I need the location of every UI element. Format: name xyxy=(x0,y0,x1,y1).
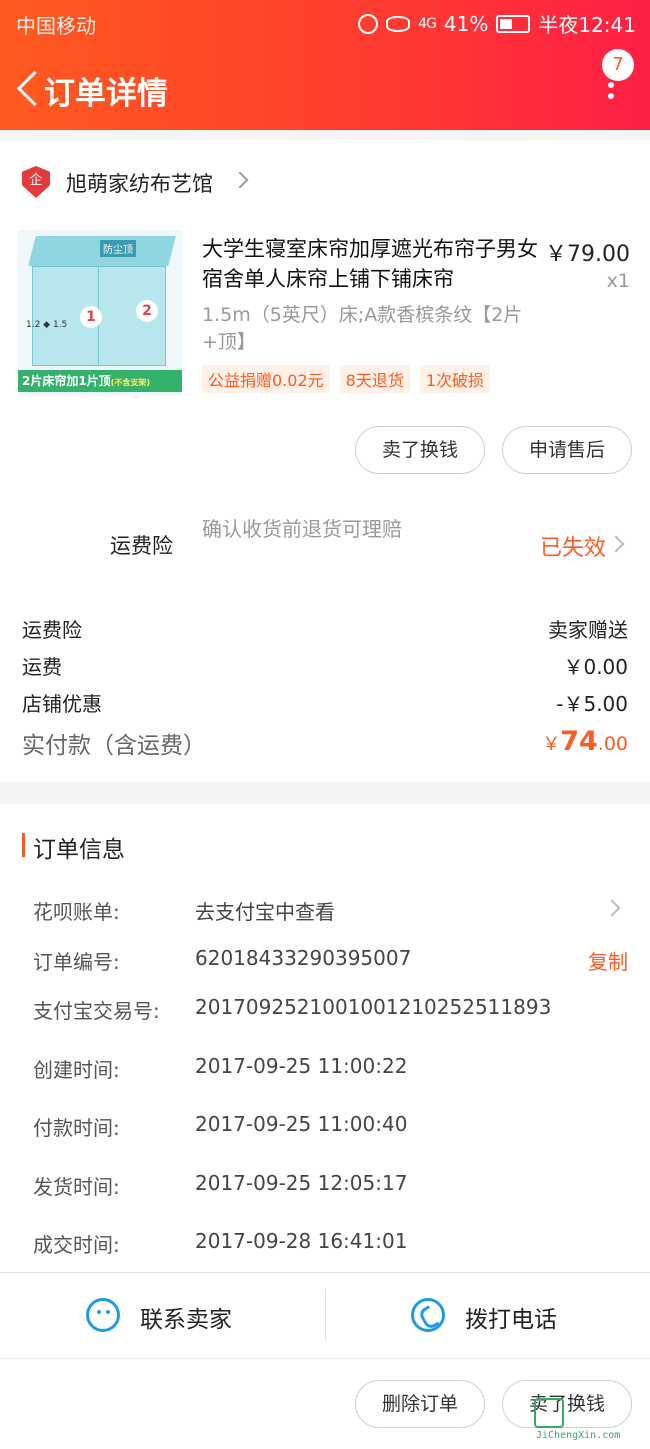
info-row-created: 创建时间: 2017-09-25 11:00:22 xyxy=(33,1054,628,1084)
info-key: 成交时间: xyxy=(33,1233,120,1257)
info-value: 2017-09-25 11:00:40 xyxy=(195,1112,408,1136)
summary-value: -￥5.00 xyxy=(556,692,628,716)
order-info-card xyxy=(0,804,650,1272)
store-row[interactable]: 企 旭萌家纺布艺馆 xyxy=(0,160,650,206)
watermark-text: JiChengXin.com xyxy=(536,1430,621,1441)
info-value: 2017-09-28 16:41:01 xyxy=(195,1229,408,1253)
insurance-label: 运费险 xyxy=(110,534,173,558)
total-amount: ￥74.00 xyxy=(542,726,628,757)
info-row-order-number: 订单编号: 62018433290395007 复制 xyxy=(33,946,628,976)
thumb-caption: 2片床帘加1片顶(不含支架) xyxy=(18,370,182,392)
summary-row-insurance: 运费险 卖家赠送 xyxy=(22,614,628,648)
eye-icon xyxy=(386,15,411,32)
page-title: 订单详情 xyxy=(44,76,168,112)
summary-key: 店铺优惠 xyxy=(22,692,102,716)
thumb-caption-note: (不含支架) xyxy=(110,378,151,387)
info-row-alipay-trade: 支付宝交易号: 2017092521001001210252511893 xyxy=(33,995,628,1025)
section-accent-bar xyxy=(22,833,25,857)
summary-value: 卖家赠送 xyxy=(548,618,628,642)
info-value: 62018433290395007 xyxy=(195,946,412,970)
store-name: 旭萌家纺布艺馆 xyxy=(66,172,213,196)
status-bar: 中国移动 4G 41% 半夜12:41 xyxy=(0,0,650,44)
back-arrow-icon[interactable] xyxy=(12,66,46,110)
chevron-right-icon xyxy=(603,899,621,917)
delete-order-button[interactable]: 删除订单 xyxy=(355,1380,485,1428)
call-button[interactable]: 拨打电话 xyxy=(325,1273,650,1359)
insurance-desc: 确认收货前退货可理赔 xyxy=(202,517,402,541)
info-value: 2017092521001001210252511893 xyxy=(195,995,552,1019)
thumb-panel-2: 2 xyxy=(136,300,158,322)
info-value: 去支付宝中查看 xyxy=(195,900,335,924)
thumb-caption-text: 2片床帘加1片顶 xyxy=(22,374,111,388)
contact-bar: 联系卖家 拨打电话 xyxy=(0,1272,650,1358)
product-quantity: x1 xyxy=(606,270,630,292)
tag-return: 8天退货 xyxy=(339,365,410,393)
summary-key: 运费 xyxy=(22,655,62,679)
product-title[interactable]: 大学生寝室床帘加厚遮光布帘子男女宿舍单人床帘上铺下铺床帘 xyxy=(202,234,538,294)
info-key: 订单编号: xyxy=(33,950,120,974)
info-key: 创建时间: xyxy=(33,1058,120,1082)
info-key: 花呗账单: xyxy=(33,900,120,924)
product-thumbnail[interactable]: 防尘顶 1 2 1.2 ◆ 1.5 2片床帘加1片顶(不含支架) xyxy=(18,230,182,396)
chevron-right-icon xyxy=(607,535,625,553)
summary-row-shipping: 运费 ￥0.00 xyxy=(22,651,628,685)
contact-seller-button[interactable]: 联系卖家 xyxy=(0,1273,325,1359)
battery-percent: 41% xyxy=(443,11,489,36)
product-tags: 公益捐赠0.02元 8天退货 1次破损 xyxy=(202,365,491,393)
contact-seller-label: 联系卖家 xyxy=(140,1307,232,1333)
store-shield-icon: 企 xyxy=(22,166,50,198)
clock: 半夜12:41 xyxy=(538,13,636,37)
product-spec: 1.5m（5英尺）床;A款香槟条纹【2片+顶】 xyxy=(202,304,523,353)
order-info-title: 订单信息 xyxy=(33,837,125,863)
summary-total-row: 实付款（含运费） ￥74.00 xyxy=(22,726,628,766)
chat-icon xyxy=(86,1298,120,1332)
summary-row-discount: 店铺优惠 -￥5.00 xyxy=(22,688,628,722)
title-bar: 订单详情 xyxy=(0,56,650,120)
total-integer: 74 xyxy=(560,726,598,757)
sell-for-cash-button[interactable]: 卖了换钱 xyxy=(355,426,485,474)
info-value: 2017-09-25 12:05:17 xyxy=(195,1171,408,1195)
site-watermark: JiChengXin.com xyxy=(534,1398,644,1446)
total-decimal: .00 xyxy=(597,733,628,755)
info-row-completed: 成交时间: 2017-09-28 16:41:01 xyxy=(33,1229,628,1259)
network-label: 4G xyxy=(418,15,437,32)
message-count-badge: 7 xyxy=(602,49,634,81)
insurance-status: 已失效 xyxy=(539,536,606,561)
call-label: 拨打电话 xyxy=(465,1307,557,1333)
info-key: 支付宝交易号: xyxy=(33,999,160,1023)
status-icons: 4G 41% 半夜12:41 xyxy=(358,9,636,38)
thumb-panel-1: 1 xyxy=(80,306,102,328)
total-currency: ￥ xyxy=(542,734,561,755)
tag-damage: 1次破损 xyxy=(419,365,491,393)
summary-key: 运费险 xyxy=(22,618,82,642)
header-bar: 中国移动 4G 41% 半夜12:41 订单详情 xyxy=(0,0,650,130)
after-sale-button[interactable]: 申请售后 xyxy=(502,426,632,474)
copy-button[interactable]: 复制 xyxy=(588,946,628,975)
phone-icon xyxy=(411,1298,445,1332)
carrier-label: 中国移动 xyxy=(16,14,96,38)
chevron-right-icon xyxy=(231,171,249,189)
info-row-shipped: 发货时间: 2017-09-25 12:05:17 xyxy=(33,1171,628,1201)
info-key: 发货时间: xyxy=(33,1175,120,1199)
info-value: 2017-09-25 11:00:22 xyxy=(195,1054,408,1078)
thumb-dimension: 1.2 ◆ 1.5 xyxy=(26,320,68,330)
summary-value: ￥0.00 xyxy=(563,655,628,679)
info-row-huabei[interactable]: 花呗账单: 去支付宝中查看 xyxy=(33,896,628,926)
alarm-icon xyxy=(358,13,379,34)
battery-icon xyxy=(496,14,531,33)
more-dots-icon xyxy=(608,82,614,88)
info-key: 付款时间: xyxy=(33,1116,120,1140)
shipping-insurance-row[interactable]: 运费险 确认收货前退货可理赔 已失效 xyxy=(0,510,650,582)
watermark-logo-icon xyxy=(534,1398,564,1428)
tag-donation: 公益捐赠0.02元 xyxy=(202,365,330,393)
thumb-top-tag: 防尘顶 xyxy=(100,240,136,257)
total-label: 实付款（含运费） xyxy=(22,733,206,759)
product-price: ￥79.00 xyxy=(545,242,630,267)
info-row-paid: 付款时间: 2017-09-25 11:00:40 xyxy=(33,1112,628,1142)
